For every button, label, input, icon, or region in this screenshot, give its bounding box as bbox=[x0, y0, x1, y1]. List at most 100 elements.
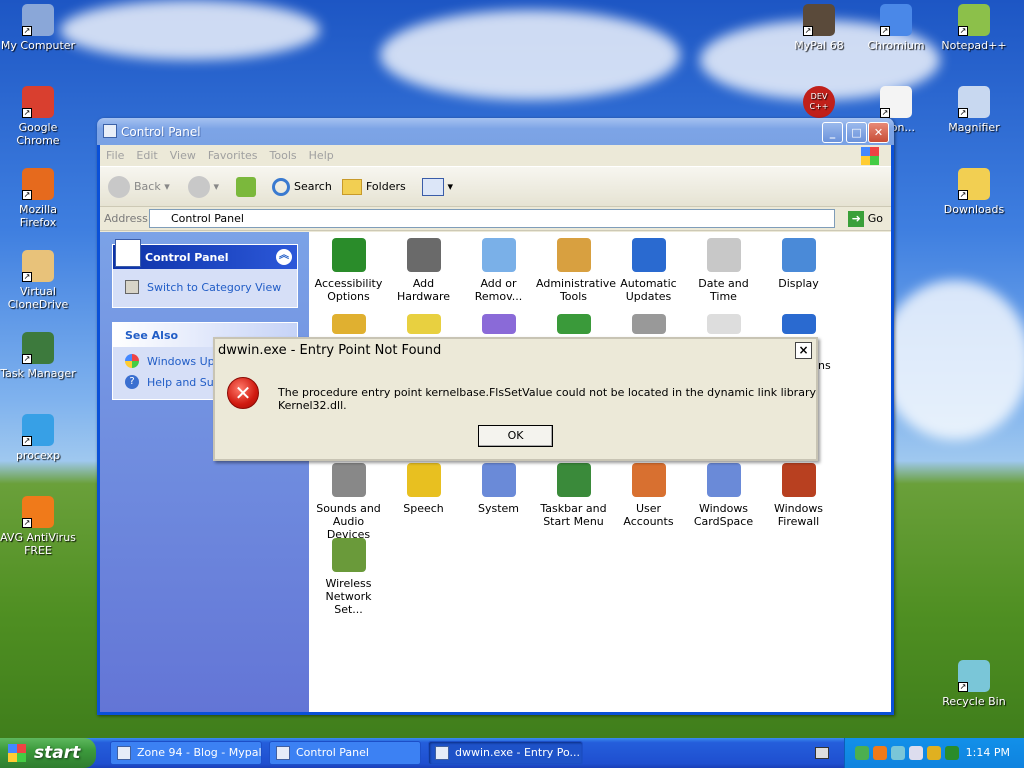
views-button[interactable]: ▾ bbox=[422, 175, 453, 199]
cp-item-icon[interactable] bbox=[332, 314, 366, 334]
folders-button[interactable]: Folders bbox=[342, 175, 406, 199]
cp-item-label: Wireless Network Set... bbox=[325, 577, 372, 616]
desktop-icon-label: Google Chrome bbox=[16, 121, 60, 147]
dialog-close-button[interactable]: × bbox=[795, 342, 812, 359]
window-titlebar[interactable]: Control Panel _ □ ✕ bbox=[97, 118, 894, 145]
menu-view[interactable]: View bbox=[164, 145, 202, 162]
address-field[interactable]: Control Panel bbox=[149, 209, 835, 228]
desktop-icon-magnifier[interactable]: ↗ Magnifier bbox=[936, 86, 1012, 134]
shortcut-arrow-icon: ↗ bbox=[22, 518, 32, 528]
go-button[interactable]: ➜ Go bbox=[848, 211, 883, 227]
cp-item[interactable]: User Accounts bbox=[611, 463, 686, 528]
desktop-icon-my-computer[interactable]: ↗ My Computer bbox=[0, 4, 76, 52]
desktop-icon-chrome[interactable]: ↗ Google Chrome bbox=[0, 86, 76, 147]
cp-item[interactable]: Display bbox=[761, 238, 836, 290]
cp-item-label: Display bbox=[778, 277, 819, 290]
close-button[interactable]: ✕ bbox=[868, 122, 889, 143]
cp-item[interactable]: Taskbar and Start Menu bbox=[536, 463, 611, 528]
up-folder-button[interactable] bbox=[236, 175, 256, 199]
menu-tools[interactable]: Tools bbox=[264, 145, 303, 162]
desktop-icon-devcpp[interactable]: DEV C++ bbox=[781, 86, 857, 121]
menu-file[interactable]: File bbox=[100, 145, 130, 162]
cloud bbox=[60, 0, 320, 60]
shortcut-arrow-icon: ↗ bbox=[958, 190, 968, 200]
cloud bbox=[880, 280, 1024, 440]
desktop-icon-recycle-bin[interactable]: ↗ Recycle Bin bbox=[936, 660, 1012, 708]
tray-icon-connection[interactable] bbox=[891, 746, 905, 760]
cp-item[interactable]: Automatic Updates bbox=[611, 238, 686, 303]
cp-item-icon[interactable] bbox=[632, 314, 666, 334]
desktop-icon-firefox[interactable]: ↗ Mozilla Firefox bbox=[0, 168, 76, 229]
desktop-icon-avg[interactable]: ↗ AVG AntiVirus FREE bbox=[0, 496, 76, 557]
shortcut-arrow-icon: ↗ bbox=[22, 436, 32, 446]
procexp-icon: ↗ bbox=[22, 414, 54, 446]
cp-item[interactable]: Speech bbox=[386, 463, 461, 515]
control-panel-task-icon bbox=[276, 746, 290, 760]
desktop-icon-task-manager[interactable]: ↗ Task Manager bbox=[0, 332, 76, 380]
notepadpp-icon: ↗ bbox=[958, 4, 990, 36]
tray-icon-volume[interactable] bbox=[909, 746, 923, 760]
tray-icon-sync[interactable] bbox=[945, 746, 959, 760]
taskbar-item-dwwin[interactable]: dwwin.exe - Entry Po... bbox=[428, 741, 583, 765]
cp-item[interactable]: System bbox=[461, 463, 536, 515]
cp-item-label: Add Hardware bbox=[396, 277, 451, 303]
cp-item[interactable]: Date and Time bbox=[686, 238, 761, 303]
help-icon: ? bbox=[125, 375, 139, 389]
menu-favorites[interactable]: Favorites bbox=[202, 145, 264, 162]
control-panel-items: Accessibility Options Add Hardware Add or … bbox=[309, 232, 891, 712]
desktop-icon-label: AVG AntiVirus FREE bbox=[0, 531, 76, 557]
cp-item[interactable]: Windows CardSpace bbox=[686, 463, 761, 528]
back-arrow-icon bbox=[108, 176, 130, 198]
collapse-chevron-icon[interactable]: ︽ bbox=[276, 249, 292, 265]
folder-icon: ↗ bbox=[958, 168, 990, 200]
task-pane: Control Panel ︽ Switch to Category View … bbox=[100, 232, 309, 712]
windows-flag-icon bbox=[8, 744, 26, 762]
cp-item-icon[interactable] bbox=[482, 314, 516, 334]
desktop-icon-clonedrive[interactable]: ↗ Virtual CloneDrive bbox=[0, 250, 76, 311]
tray-icon-security-shield[interactable] bbox=[927, 746, 941, 760]
desktop-icon-folder[interactable]: ↗ Downloads bbox=[936, 168, 1012, 216]
desktop-icon-chromium[interactable]: ↗ Chromium bbox=[858, 4, 934, 52]
cp-item[interactable]: Administrative Tools bbox=[536, 238, 616, 303]
minimize-button[interactable]: _ bbox=[822, 122, 843, 143]
start-button[interactable]: start bbox=[0, 738, 96, 768]
windows-update-label: Windows Upd bbox=[147, 355, 222, 368]
cp-item-icon[interactable] bbox=[782, 314, 816, 334]
cp-item-icon[interactable] bbox=[407, 314, 441, 334]
taskbar-item-control-panel[interactable]: Control Panel bbox=[269, 741, 421, 765]
desktop-icon-label: procexp bbox=[15, 449, 61, 462]
cp-item[interactable]: Add Hardware bbox=[386, 238, 461, 303]
desktop-icon-mypal[interactable]: ↗ MyPal 68 bbox=[781, 4, 857, 52]
menu-help[interactable]: Help bbox=[303, 145, 340, 162]
cp-item-icon bbox=[556, 238, 591, 272]
keyboard-icon[interactable] bbox=[815, 747, 829, 759]
maximize-button[interactable]: □ bbox=[846, 122, 867, 143]
control-panel-box-header[interactable]: Control Panel ︽ bbox=[113, 239, 297, 269]
desktop-icon-procexp[interactable]: ↗ procexp bbox=[0, 414, 76, 462]
tray-icon-avg[interactable] bbox=[873, 746, 887, 760]
cp-item-icon bbox=[781, 463, 816, 497]
cp-item[interactable]: Accessibility Options bbox=[311, 238, 386, 303]
shortcut-arrow-icon: ↗ bbox=[880, 26, 890, 36]
taskbar-item-mypal[interactable]: Zone 94 - Blog - Mypal bbox=[110, 741, 262, 765]
desktop-icon-label: Magnifier bbox=[948, 121, 1000, 134]
dialog-titlebar[interactable]: dwwin.exe - Entry Point Not Found × bbox=[215, 339, 816, 363]
cp-item[interactable]: Sounds and Audio Devices bbox=[311, 463, 386, 541]
back-button[interactable]: Back ▾ bbox=[108, 175, 170, 199]
menu-edit[interactable]: Edit bbox=[130, 145, 163, 162]
switch-category-view-link[interactable]: Switch to Category View bbox=[113, 277, 297, 298]
cp-item[interactable]: Windows Firewall bbox=[761, 463, 836, 528]
tray-icon-network[interactable] bbox=[855, 746, 869, 760]
magnifier-icon: ↗ bbox=[958, 86, 990, 118]
cp-item-icon[interactable] bbox=[557, 314, 591, 334]
search-button[interactable]: Search bbox=[272, 175, 332, 199]
cp-item-icon[interactable] bbox=[707, 314, 741, 334]
switch-view-icon bbox=[125, 280, 139, 294]
forward-button[interactable]: ▾ bbox=[188, 175, 219, 199]
desktop-icon-notepadpp[interactable]: ↗ Notepad++ bbox=[936, 4, 1012, 52]
clock[interactable]: 1:14 PM bbox=[966, 746, 1010, 759]
ok-button[interactable]: OK bbox=[478, 425, 553, 447]
cp-item[interactable]: Add or Remov... bbox=[461, 238, 536, 303]
cp-item[interactable]: Wireless Network Set... bbox=[311, 538, 386, 616]
error-icon: ✕ bbox=[227, 377, 259, 409]
